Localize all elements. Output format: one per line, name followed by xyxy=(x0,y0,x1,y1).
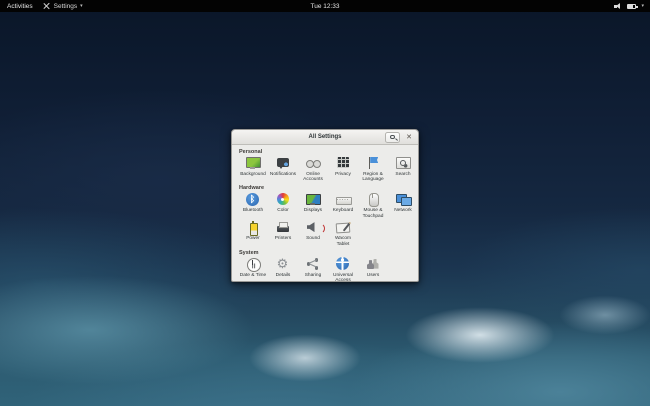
tile-keyboard[interactable]: Keyboard xyxy=(328,192,358,219)
tile-label: Privacy xyxy=(335,171,351,177)
universal-access-icon xyxy=(335,257,351,272)
tile-label: Mouse & Touchpad xyxy=(362,208,384,219)
section-header-personal: Personal xyxy=(239,148,263,155)
date-time-icon xyxy=(245,257,261,272)
window-titlebar[interactable]: All Settings ✕ xyxy=(232,130,418,145)
tile-label: Online Accounts xyxy=(303,171,323,183)
section-header-hardware: Hardware xyxy=(239,185,265,192)
tile-label: Displays xyxy=(303,208,323,214)
tile-universal-access[interactable]: Universal Access xyxy=(328,257,358,282)
tile-label: Sound xyxy=(306,236,320,242)
tile-label: Keyboard xyxy=(332,208,354,214)
tile-sharing[interactable]: Sharing xyxy=(298,257,328,281)
sharing-icon-line xyxy=(308,263,317,269)
tile-label: Power xyxy=(246,236,260,242)
privacy-icon xyxy=(335,156,351,171)
section-header-system: System xyxy=(239,249,259,256)
tile-label: Color xyxy=(277,208,289,214)
tile-online-accounts[interactable]: Online Accounts xyxy=(298,156,328,183)
keyboard-icon xyxy=(335,192,352,207)
tile-region-language[interactable]: Region & Language xyxy=(358,156,388,183)
tile-label: Details xyxy=(275,272,291,278)
tile-label: Notifications xyxy=(269,171,297,177)
clock[interactable]: Tue 12:33 xyxy=(0,3,650,10)
tile-printers[interactable]: Printers xyxy=(268,220,298,247)
tile-label: Date & Time xyxy=(239,272,267,278)
section-grid-personal: Background Notifications Online Accounts Pr… xyxy=(238,156,418,184)
tile-color[interactable]: Color xyxy=(268,192,298,219)
notifications-icon xyxy=(275,156,291,171)
settings-grid: Personal Background Notifications Online Ac… xyxy=(232,145,418,282)
tile-label: Bluetooth xyxy=(242,208,264,214)
mouse-touchpad-icon xyxy=(365,192,381,208)
tile-search[interactable]: Search xyxy=(388,156,418,183)
tile-mouse-touchpad[interactable]: Mouse & Touchpad xyxy=(358,192,388,219)
details-icon xyxy=(275,257,291,272)
tile-power[interactable]: Power xyxy=(238,220,268,247)
tile-privacy[interactable]: Privacy xyxy=(328,156,358,183)
power-icon xyxy=(245,220,261,236)
system-status-area[interactable]: ▾ xyxy=(614,3,650,10)
top-bar: Activities Settings ▾ Tue 12:33 ▾ xyxy=(0,0,650,12)
tile-displays[interactable]: Displays xyxy=(298,192,328,219)
battery-icon xyxy=(627,3,638,9)
chevron-down-icon: ▾ xyxy=(641,3,644,9)
tile-sound[interactable]: Sound xyxy=(298,220,328,247)
background-icon xyxy=(245,156,261,171)
magnifier-icon xyxy=(390,134,395,139)
tile-label: Network xyxy=(394,208,412,214)
network-icon xyxy=(395,192,412,207)
color-icon xyxy=(275,192,291,207)
tile-label: Region & Language xyxy=(362,171,384,183)
tile-background[interactable]: Background xyxy=(238,156,268,183)
tile-label: Search xyxy=(395,171,411,177)
region-language-icon xyxy=(365,156,381,171)
users-icon xyxy=(365,257,381,272)
tile-users[interactable]: Users xyxy=(358,257,388,281)
search-settings-icon xyxy=(395,156,411,171)
online-accounts-icon xyxy=(305,156,321,171)
tile-wacom-tablet[interactable]: Wacom Tablet xyxy=(328,220,358,247)
sharing-icon xyxy=(305,257,321,272)
tile-label: Universal Access xyxy=(333,272,353,282)
tile-label: Sharing xyxy=(304,272,322,278)
tile-date-time[interactable]: Date & Time xyxy=(238,257,268,281)
tile-label: Users xyxy=(366,272,380,278)
volume-icon xyxy=(614,3,622,10)
settings-window: All Settings ✕ Personal Background Notific… xyxy=(231,129,419,282)
tile-label: Wacom Tablet xyxy=(334,236,352,247)
search-button[interactable] xyxy=(385,131,401,143)
tile-details[interactable]: Details xyxy=(268,257,298,281)
tile-label: Background xyxy=(240,171,266,177)
close-button[interactable]: ✕ xyxy=(404,133,414,142)
sound-icon xyxy=(305,220,325,235)
printers-icon xyxy=(275,220,291,235)
tile-bluetooth[interactable]: Bluetooth xyxy=(238,192,268,219)
section-grid-hardware: Bluetooth Color Displays Keyboard Mouse & To… xyxy=(238,192,418,248)
section-grid-system: Date & Time Details Sharing Universal Acces… xyxy=(238,257,418,282)
wacom-tablet-icon xyxy=(335,220,351,235)
tile-network[interactable]: Network xyxy=(388,192,418,219)
tile-notifications[interactable]: Notifications xyxy=(268,156,298,183)
tile-label: Printers xyxy=(274,236,292,242)
bluetooth-icon xyxy=(245,192,261,207)
displays-icon xyxy=(305,192,321,207)
